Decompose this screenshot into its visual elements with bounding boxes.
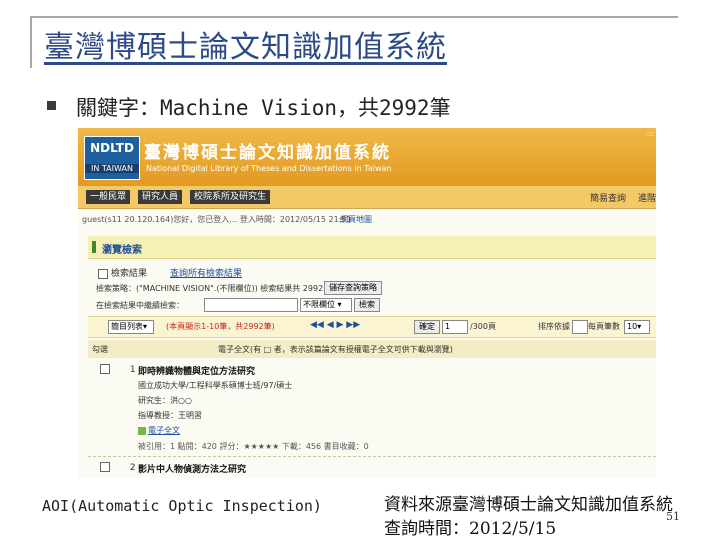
record-2: 2 (100, 462, 136, 473)
history-link[interactable]: 查詢所有檢索結果 (170, 266, 242, 279)
slide-frame-top (30, 16, 678, 18)
refine-label: 在檢索結果中繼續檢索： (96, 301, 184, 310)
refine-input[interactable] (204, 298, 298, 312)
session-info: guest(s11 20.120.164)您好，您已登入… 登入時間：2012/… (82, 215, 352, 224)
field-select[interactable]: 不限欄位 ▾ (300, 298, 352, 312)
per-page-select[interactable]: 10▾ (624, 320, 650, 334)
record-1-title[interactable]: 即時辨識物體與定位方法研究 (138, 364, 255, 377)
site-title: 臺灣博碩士論文知識加值系統 (144, 143, 391, 163)
record-divider (88, 456, 656, 457)
nav-advanced-search[interactable]: 進階 (638, 191, 656, 204)
slide-frame-left (30, 16, 32, 68)
field-select-value: 不限欄位 (303, 300, 335, 309)
tab-school[interactable]: 校院系所及研究生 (190, 190, 271, 204)
sitemap-link[interactable]: 網頁地圖 (340, 214, 372, 225)
select-column-label: 勾選 (92, 345, 108, 354)
per-page-label: 每頁筆數 (588, 322, 620, 331)
record-1-checkbox[interactable] (100, 364, 110, 374)
page-total: /300頁 (470, 322, 496, 331)
result-list-header: 勾選 電子全文(有 □ 者，表示該篇論文有授權電子全文可供下載與瀏覽) (88, 340, 656, 358)
bullet-text: 關鍵字：Machine Vision，共2992筆 (76, 96, 451, 120)
query-description: 檢索策略：("MACHINE VISION".(不限欄位)) 檢索結果共 299… (96, 284, 350, 293)
search-results-row: 檢索結果 (98, 266, 147, 279)
search-results-checkbox[interactable] (98, 268, 108, 279)
fulltext-note: 電子全文(有 □ 者，表示該篇論文有授權電子全文可供下載與瀏覽) (218, 345, 453, 354)
refine-search-button[interactable]: 檢索 (354, 298, 380, 312)
nav-simple-search[interactable]: 簡易查詢 (590, 191, 626, 204)
format-select[interactable]: 簡目列表▾ (108, 320, 154, 334)
logo-text-bottom: IN TAIWAN (85, 164, 139, 173)
ndltd-logo[interactable]: NDLTD IN TAIWAN (84, 136, 140, 180)
record-1: 1 (100, 364, 136, 375)
record-1-student: 研究生：洪○○ (138, 396, 192, 405)
record-1-index: 1 (129, 364, 136, 375)
logo-text-top: NDLTD (90, 141, 134, 155)
results-toolbar: 簡目列表▾ (本頁顯示1-10筆，共2992筆) ◀◀ ◀ ▶ ▶▶ 確定 1 … (88, 316, 656, 338)
site-nav: 一般民眾 研究人員 校院系所及研究生 簡易查詢 進階 (78, 186, 656, 209)
panel-marker-icon (92, 241, 96, 253)
record-1-dept: 國立成功大學/工程科學系碩博士班/97/碩士 (138, 381, 293, 390)
bullet-square-icon (47, 101, 56, 110)
fulltext-icon (138, 426, 146, 435)
embedded-screenshot: NDLTD IN TAIWAN 臺灣博碩士論文知識加值系統 National D… (78, 128, 656, 478)
format-select-value: 簡目列表 (111, 322, 143, 331)
pager-arrows[interactable]: ◀◀ ◀ ▶ ▶▶ (310, 320, 360, 330)
sort-label: 排序依據 (538, 322, 570, 331)
footer-source: 資料來源臺灣博碩士論文知識加值系統 (384, 495, 673, 515)
record-1-fulltext-link: 電子全文 (148, 426, 180, 435)
footer-query-time: 查詢時間：2012/5/15 (384, 519, 557, 539)
browse-panel-header: 瀏覽檢索 (88, 236, 656, 259)
record-1-stats: 被引用：1 點閱：420 評分：★★★★★ 下載：456 書目收藏：0 (138, 442, 369, 451)
page-input[interactable]: 1 (442, 320, 468, 334)
tab-public[interactable]: 一般民眾 (86, 190, 131, 204)
site-subtitle: National Digital Library of Theses and D… (146, 164, 392, 173)
record-1-advisor: 指導教授：王明習 (138, 411, 202, 420)
panel-title: 瀏覽檢索 (102, 245, 142, 256)
corner-menu[interactable]: ::: (647, 130, 654, 138)
per-page-value: 10 (627, 322, 638, 331)
record-1-fulltext[interactable]: 電子全文 (138, 425, 180, 436)
site-header: NDLTD IN TAIWAN 臺灣博碩士論文知識加值系統 National D… (78, 128, 656, 186)
sort-select[interactable] (572, 320, 588, 334)
search-results-label: 檢索結果 (111, 269, 148, 279)
page-number: 51 (666, 510, 680, 523)
tab-researcher[interactable]: 研究人員 (138, 190, 183, 204)
record-2-title[interactable]: 影片中人物偵測方法之研究 (138, 462, 246, 475)
record-2-checkbox[interactable] (100, 462, 110, 472)
save-query-button[interactable]: 儲存查詢策略 (324, 281, 382, 295)
page-go-button[interactable]: 確定 (414, 320, 440, 334)
record-2-index: 2 (129, 462, 136, 473)
result-range: (本頁顯示1-10筆，共2992筆) (166, 322, 275, 331)
footer-aoi-label: AOI(Automatic Optic Inspection) (42, 497, 322, 515)
slide-title: 臺灣博碩士論文知識加值系統 (44, 30, 447, 65)
